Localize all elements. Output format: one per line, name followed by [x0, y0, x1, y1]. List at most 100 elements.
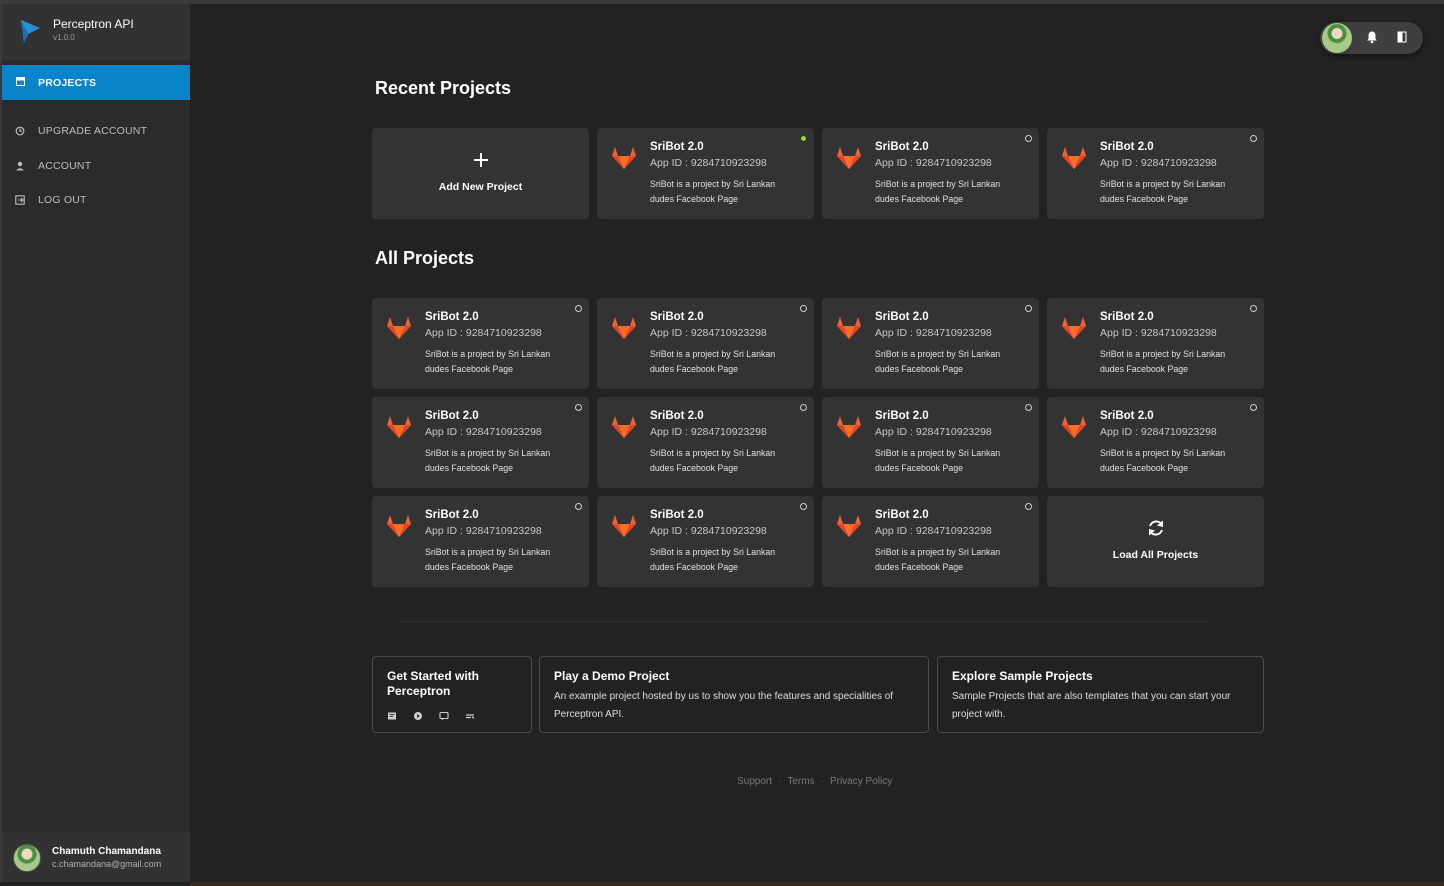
- project-logo-icon: [836, 415, 862, 439]
- project-app-id: App ID : 9284710923298: [425, 426, 542, 438]
- sidebar: Perceptron API v1.0.0 PROJECTS UPGRADE A…: [0, 4, 190, 882]
- project-name: SriBot 2.0: [650, 311, 704, 323]
- project-card[interactable]: SriBot 2.0 App ID : 9284710923298 SriBot i…: [822, 128, 1039, 219]
- bell-icon[interactable]: [1365, 30, 1379, 44]
- project-name: SriBot 2.0: [425, 311, 479, 323]
- project-name: SriBot 2.0: [1100, 410, 1154, 422]
- sample-projects-card[interactable]: Explore Sample Projects Sample Projects …: [937, 656, 1264, 733]
- sidebar-item-logout[interactable]: LOG OUT: [2, 188, 190, 212]
- project-description: SriBot is a project by Sri Lankan dudes …: [1100, 179, 1226, 204]
- status-indicator-icon: [575, 503, 582, 510]
- refresh-icon: [1047, 517, 1264, 543]
- brand-header[interactable]: Perceptron API v1.0.0: [2, 4, 190, 60]
- window-top-border: [0, 0, 1444, 4]
- sample-projects-text: Sample Projects that are also templates …: [952, 691, 1231, 720]
- project-app-id: App ID : 9284710923298: [875, 327, 992, 339]
- app-title: Perceptron API: [53, 17, 134, 31]
- project-logo-icon: [611, 146, 637, 170]
- project-logo-icon: [386, 514, 412, 538]
- privacy-policy-link[interactable]: Privacy Policy: [830, 776, 892, 787]
- load-all-projects-label: Load All Projects: [1112, 549, 1199, 561]
- avatar: [13, 844, 41, 872]
- sidebar-item-projects[interactable]: PROJECTS: [2, 65, 190, 100]
- terms-link[interactable]: Terms: [787, 776, 814, 787]
- status-indicator-icon: [800, 503, 807, 510]
- sidebar-item-account[interactable]: ACCOUNT: [2, 154, 190, 178]
- demo-project-title: Play a Demo Project: [554, 669, 670, 683]
- app-version: v1.0.0: [53, 33, 75, 42]
- status-indicator-icon: [1025, 503, 1032, 510]
- avatar[interactable]: [1322, 23, 1352, 53]
- projects-icon: [15, 77, 25, 87]
- docs-icon[interactable]: [387, 708, 397, 720]
- support-link[interactable]: Support: [737, 776, 772, 787]
- sample-projects-title: Explore Sample Projects: [952, 669, 1093, 683]
- project-logo-icon: [1061, 146, 1087, 170]
- project-card[interactable]: SriBot 2.0 App ID : 9284710923298 SriBot i…: [372, 298, 589, 389]
- user-name: Chamuth Chamandana: [52, 846, 161, 857]
- project-app-id: App ID : 9284710923298: [1100, 327, 1217, 339]
- chat-icon[interactable]: [439, 708, 449, 721]
- project-card[interactable]: SriBot 2.0 App ID : 9284710923298 SriBot i…: [1047, 128, 1264, 219]
- project-card[interactable]: SriBot 2.0 App ID : 9284710923298 SriBot i…: [1047, 298, 1264, 389]
- sidebar-item-upgrade-account[interactable]: UPGRADE ACCOUNT: [2, 119, 190, 143]
- sidebar-item-label: UPGRADE ACCOUNT: [38, 125, 148, 137]
- project-description: SriBot is a project by Sri Lankan dudes …: [650, 448, 776, 473]
- project-logo-icon: [836, 514, 862, 538]
- project-description: SriBot is a project by Sri Lankan dudes …: [875, 179, 1001, 204]
- section-divider: [400, 621, 1208, 622]
- project-description: SriBot is a project by Sri Lankan dudes …: [875, 349, 1001, 374]
- load-all-projects-button[interactable]: Load All Projects: [1047, 496, 1264, 587]
- project-name: SriBot 2.0: [425, 509, 479, 521]
- project-card[interactable]: SriBot 2.0 App ID : 9284710923298 SriBot i…: [372, 397, 589, 488]
- project-card[interactable]: SriBot 2.0 App ID : 9284710923298 SriBot i…: [597, 298, 814, 389]
- project-card[interactable]: SriBot 2.0 App ID : 9284710923298 SriBot i…: [597, 397, 814, 488]
- project-card[interactable]: SriBot 2.0 App ID : 9284710923298 SriBot i…: [597, 128, 814, 219]
- project-app-id: App ID : 9284710923298: [875, 525, 992, 537]
- all-projects-title: All Projects: [375, 248, 475, 268]
- sidebar-item-label: ACCOUNT: [38, 160, 92, 172]
- project-name: SriBot 2.0: [650, 141, 704, 153]
- project-card[interactable]: SriBot 2.0 App ID : 9284710923298 SriBot i…: [822, 298, 1039, 389]
- user-actions-pill: [1320, 22, 1423, 54]
- project-logo-icon: [1061, 415, 1087, 439]
- project-name: SriBot 2.0: [875, 509, 929, 521]
- project-app-id: App ID : 9284710923298: [650, 426, 767, 438]
- play-icon[interactable]: [413, 708, 423, 720]
- logout-icon[interactable]: [1395, 30, 1409, 44]
- get-started-card[interactable]: Get Started with Perceptron: [372, 656, 532, 733]
- project-name: SriBot 2.0: [1100, 141, 1154, 153]
- status-indicator-icon: [575, 404, 582, 411]
- project-description: SriBot is a project by Sri Lankan dudes …: [425, 349, 551, 374]
- user-profile[interactable]: Chamuth Chamandana c.chamandana@gmail.co…: [2, 832, 190, 882]
- more-icon[interactable]: [465, 708, 475, 719]
- add-new-project-label: Add New Project: [438, 181, 523, 193]
- project-app-id: App ID : 9284710923298: [1100, 157, 1217, 169]
- project-card[interactable]: SriBot 2.0 App ID : 9284710923298 SriBot i…: [372, 496, 589, 587]
- upgrade-icon: [15, 126, 25, 136]
- project-description: SriBot is a project by Sri Lankan dudes …: [425, 448, 551, 473]
- add-new-project-button[interactable]: Add New Project: [372, 128, 589, 219]
- project-card[interactable]: SriBot 2.0 App ID : 9284710923298 SriBot i…: [822, 397, 1039, 488]
- demo-project-text: An example project hosted by us to show …: [554, 691, 894, 720]
- footer-separator: ·: [820, 776, 824, 787]
- project-logo-icon: [386, 316, 412, 340]
- project-card[interactable]: SriBot 2.0 App ID : 9284710923298 SriBot i…: [1047, 397, 1264, 488]
- project-description: SriBot is a project by Sri Lankan dudes …: [650, 349, 776, 374]
- project-name: SriBot 2.0: [650, 410, 704, 422]
- get-started-title: Get Started with Perceptron: [387, 669, 480, 698]
- status-indicator-icon: [1250, 404, 1257, 411]
- demo-project-card[interactable]: Play a Demo Project An example project h…: [539, 656, 929, 733]
- project-description: SriBot is a project by Sri Lankan dudes …: [650, 179, 776, 204]
- project-name: SriBot 2.0: [650, 509, 704, 521]
- project-card[interactable]: SriBot 2.0 App ID : 9284710923298 SriBot i…: [822, 496, 1039, 587]
- sidebar-item-label: PROJECTS: [38, 76, 97, 89]
- project-app-id: App ID : 9284710923298: [650, 157, 767, 169]
- project-card[interactable]: SriBot 2.0 App ID : 9284710923298 SriBot i…: [597, 496, 814, 587]
- project-logo-icon: [611, 514, 637, 538]
- project-name: SriBot 2.0: [875, 410, 929, 422]
- project-app-id: App ID : 9284710923298: [650, 525, 767, 537]
- project-description: SriBot is a project by Sri Lankan dudes …: [650, 547, 776, 572]
- status-indicator-icon: [1025, 305, 1032, 312]
- project-logo-icon: [1061, 316, 1087, 340]
